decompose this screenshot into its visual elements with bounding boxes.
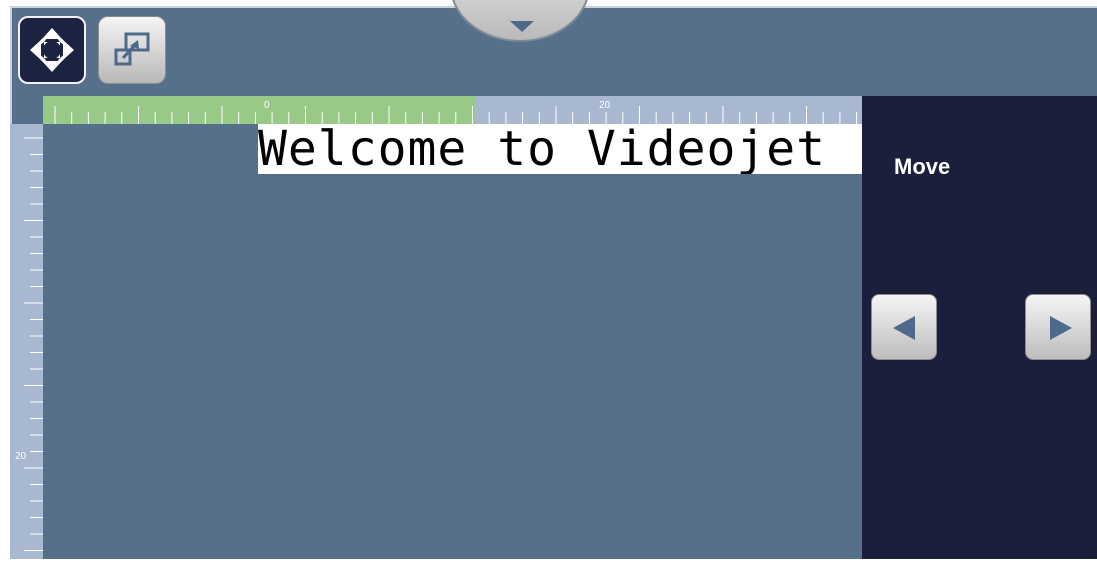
ruler-label-v20: 20 <box>15 451 27 462</box>
resize-tool-button[interactable] <box>98 16 166 84</box>
print-text-field[interactable]: Welcome to Videojet <box>258 124 862 174</box>
arrow-left-icon <box>893 316 915 340</box>
chevron-down-icon <box>510 21 534 32</box>
horizontal-ruler-ticks: 0 20 <box>54 100 858 124</box>
resize-icon <box>114 32 150 66</box>
move-left-button[interactable] <box>871 294 937 360</box>
vertical-ruler: 20 <box>10 124 43 559</box>
move-panel: Move <box>862 96 1097 559</box>
move-arrows-icon <box>30 28 74 72</box>
ruler-label-20: 20 <box>599 100 611 111</box>
pull-down-tab[interactable] <box>450 0 590 42</box>
move-right-button[interactable] <box>1025 294 1091 360</box>
ruler-label-0: 0 <box>264 100 270 111</box>
message-canvas[interactable]: Welcome to Videojet <box>43 124 862 559</box>
panel-title: Move <box>894 154 951 179</box>
horizontal-ruler: 0 20 <box>43 96 862 124</box>
vertical-ruler-ticks: 20 <box>15 137 43 551</box>
arrow-right-icon <box>1050 316 1072 340</box>
move-tool-button[interactable] <box>18 16 86 84</box>
